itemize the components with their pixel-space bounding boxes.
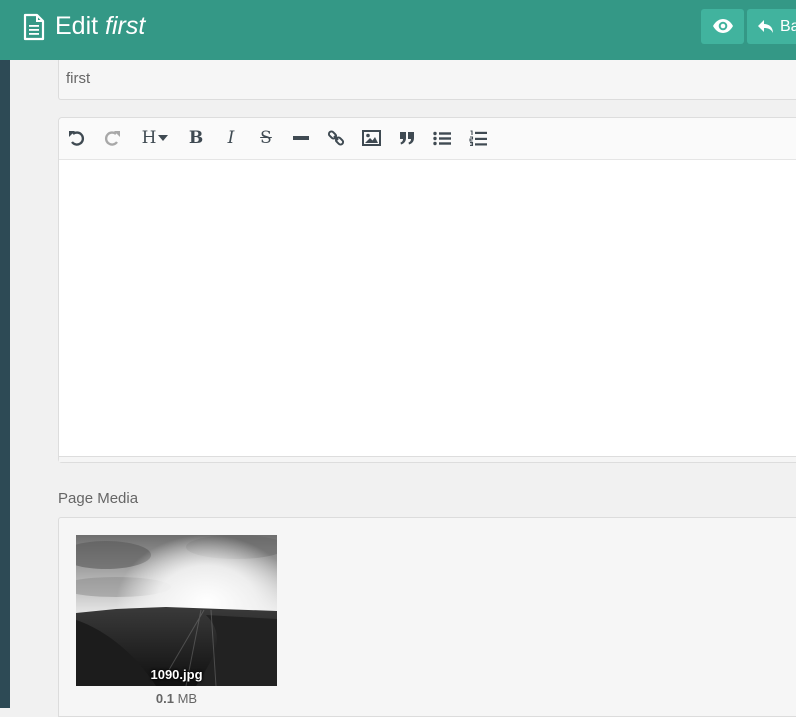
page-media-dropzone[interactable]: 1090.jpg 0.1 MB — [58, 517, 796, 717]
back-button[interactable]: Back — [747, 9, 796, 44]
sidebar-strip — [0, 60, 10, 708]
back-button-label: Back — [780, 18, 796, 35]
document-icon — [23, 13, 45, 41]
bold-button[interactable]: B — [183, 126, 209, 150]
link-button[interactable] — [323, 126, 349, 150]
editor-toolbar: H B I S — [59, 118, 796, 160]
image-button[interactable] — [358, 126, 384, 150]
unordered-list-icon — [433, 131, 451, 145]
horizontal-rule-icon — [293, 136, 309, 140]
heading-icon: H — [141, 128, 157, 148]
eye-icon — [713, 19, 733, 33]
markdown-editor: H B I S — [58, 117, 796, 463]
media-thumbnail-image — [76, 535, 277, 686]
editor-resize-handle[interactable] — [59, 456, 796, 462]
quote-button[interactable] — [394, 126, 420, 150]
undo-icon — [69, 131, 85, 146]
ordered-list-button[interactable] — [465, 126, 491, 150]
page-title: Edit first — [55, 10, 145, 42]
page-title-prefix: Edit — [55, 12, 99, 40]
page-media-label: Page Media — [58, 490, 139, 507]
image-icon — [361, 130, 381, 146]
media-thumbnail[interactable]: 1090.jpg — [76, 535, 277, 686]
quote-icon — [400, 132, 414, 145]
heading-button[interactable]: H — [137, 126, 173, 150]
italic-button[interactable]: I — [218, 126, 244, 150]
strikethrough-icon: S — [260, 128, 272, 148]
undo-button[interactable] — [64, 126, 90, 150]
header-bar: Edit first Back — [0, 0, 796, 60]
bold-icon: B — [188, 128, 204, 148]
italic-icon: I — [227, 128, 235, 148]
media-file-size-unit: MB — [177, 691, 198, 706]
page-title-name: first — [105, 12, 146, 40]
horizontal-rule-button[interactable] — [288, 126, 314, 150]
media-file-name: 1090.jpg — [150, 667, 203, 682]
redo-button[interactable] — [99, 126, 125, 150]
editor-textarea[interactable] — [59, 160, 796, 457]
caret-down-icon — [158, 135, 169, 141]
strikethrough-button[interactable]: S — [253, 126, 279, 150]
title-input[interactable]: first — [58, 60, 796, 100]
preview-button[interactable] — [701, 9, 744, 44]
title-input-value: first — [66, 70, 91, 87]
media-file-size: 0.1 MB — [76, 691, 277, 706]
ordered-list-icon — [469, 130, 487, 146]
link-icon — [327, 130, 345, 146]
media-file-size-value: 0.1 — [155, 691, 174, 706]
unordered-list-button[interactable] — [429, 126, 455, 150]
redo-icon — [104, 131, 120, 146]
reply-icon — [758, 20, 773, 33]
